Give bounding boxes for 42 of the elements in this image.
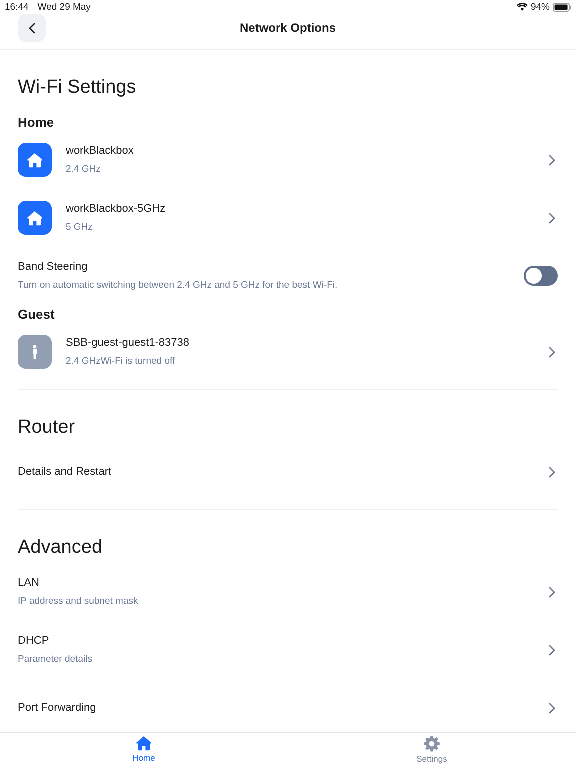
chevron-icon bbox=[549, 586, 556, 598]
chevron-icon bbox=[549, 212, 556, 224]
tab[interactable]: Home bbox=[0, 733, 288, 768]
chevron-icon bbox=[549, 466, 556, 478]
row-title: DHCP bbox=[18, 635, 50, 647]
row-title: LAN bbox=[18, 577, 40, 589]
network-name: workBlackbox bbox=[66, 145, 135, 157]
house-icon bbox=[136, 736, 152, 751]
chevron-icon bbox=[549, 702, 556, 714]
gear-icon bbox=[424, 736, 440, 752]
setting-description: Turn on automatic switching between 2.4 GHz and 5 GHz for the best Wi-Fi. bbox=[18, 280, 339, 291]
setting-name: Band Steering bbox=[18, 261, 89, 273]
battery-icon bbox=[553, 2, 572, 12]
section-heading: Wi-Fi Settings bbox=[18, 77, 138, 99]
battery-percent: 94% bbox=[530, 2, 550, 12]
back-icon bbox=[28, 22, 36, 34]
row-title: Details and Restart bbox=[18, 466, 113, 478]
section-heading: Advanced bbox=[18, 537, 104, 559]
chevron-icon bbox=[549, 644, 556, 656]
group-heading: Home bbox=[18, 115, 56, 131]
house-icon bbox=[18, 201, 52, 235]
row-subtitle: IP address and subnet mask bbox=[18, 596, 140, 607]
group-heading: Guest bbox=[18, 307, 56, 323]
frequency-label: 2.4 GHz bbox=[66, 164, 102, 175]
back-button[interactable] bbox=[18, 14, 46, 42]
section-heading: Router bbox=[18, 417, 76, 439]
frequency-label: 5 GHz bbox=[66, 222, 94, 233]
frequency-label: 2.4 GHzWi-Fi is turned off bbox=[66, 356, 176, 367]
row-title: Port Forwarding bbox=[18, 702, 98, 714]
network-name: workBlackbox-5GHz bbox=[66, 203, 167, 215]
toggle-switch[interactable] bbox=[524, 266, 558, 286]
chevron-icon bbox=[549, 346, 556, 358]
page-title: Network Options bbox=[240, 21, 336, 35]
date: Wed 29 May bbox=[38, 2, 91, 12]
clock: 16:44 bbox=[5, 2, 29, 12]
chevron-icon bbox=[549, 154, 556, 166]
house-icon bbox=[18, 143, 52, 177]
network-name: SBB-guest-guest1-83738 bbox=[66, 337, 191, 349]
row-subtitle: Parameter details bbox=[18, 654, 94, 665]
wifi-icon bbox=[516, 3, 528, 11]
person-icon bbox=[18, 335, 52, 369]
tab[interactable]: Settings bbox=[288, 733, 576, 768]
